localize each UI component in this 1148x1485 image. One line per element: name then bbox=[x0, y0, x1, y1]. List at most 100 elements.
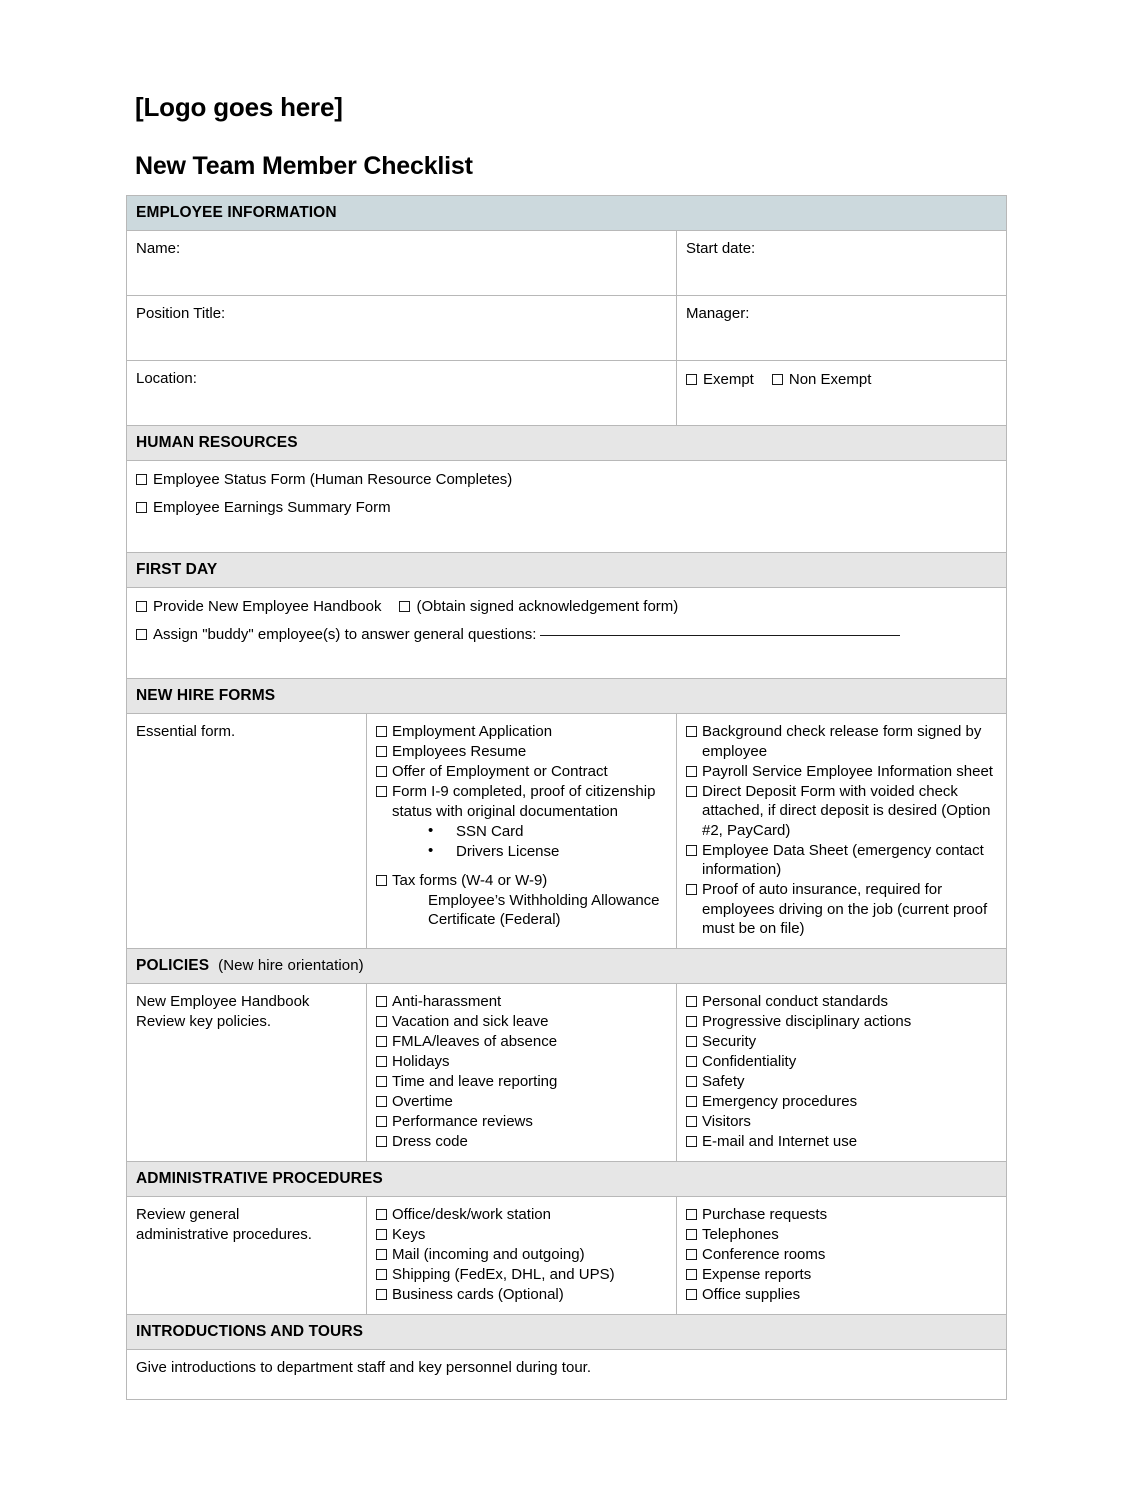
field-position-title[interactable]: Position Title: bbox=[126, 295, 677, 361]
checkbox-holidays[interactable] bbox=[376, 1056, 387, 1067]
checkbox-row-tax-forms[interactable]: Tax forms (W-4 or W-9) bbox=[376, 871, 667, 891]
checkbox-keys[interactable] bbox=[376, 1229, 387, 1240]
checkbox-row-anti-harassment[interactable]: Anti-harassment bbox=[376, 992, 667, 1012]
checkbox-direct-deposit-form[interactable] bbox=[686, 785, 697, 797]
checkbox-row-form-i9[interactable]: Form I-9 completed, proof of citizenship… bbox=[376, 782, 667, 821]
checkbox-row-time-and-leave-reporting[interactable]: Time and leave reporting bbox=[376, 1072, 667, 1092]
checkbox-time-and-leave-reporting[interactable] bbox=[376, 1076, 387, 1087]
checkbox-assign-buddy[interactable] bbox=[136, 628, 147, 640]
checkbox-employee-status-form[interactable] bbox=[136, 474, 147, 485]
checkbox-row-emergency-procedures[interactable]: Emergency procedures bbox=[686, 1092, 997, 1112]
checkbox-row-office-desk-work-station[interactable]: Office/desk/work station bbox=[376, 1205, 667, 1225]
checkbox-row-telephones[interactable]: Telephones bbox=[686, 1225, 997, 1245]
checkbox-row-proof-of-auto-insurance[interactable]: Proof of auto insurance, required for em… bbox=[686, 880, 997, 939]
checkbox-row-keys[interactable]: Keys bbox=[376, 1225, 667, 1245]
field-manager[interactable]: Manager: bbox=[675, 295, 1008, 361]
checkbox-business-cards[interactable] bbox=[376, 1289, 387, 1300]
table-row: NEW HIRE FORMS bbox=[125, 678, 1008, 714]
field-start-date[interactable]: Start date: bbox=[675, 230, 1008, 296]
table-row: HUMAN RESOURCES bbox=[125, 425, 1008, 461]
checkbox-row-assign-buddy[interactable]: Assign "buddy" employee(s) to answer gen… bbox=[136, 624, 997, 646]
checkbox-visitors[interactable] bbox=[686, 1116, 697, 1127]
checkbox-row-vacation-sick-leave[interactable]: Vacation and sick leave bbox=[376, 1012, 667, 1032]
checkbox-office-supplies[interactable] bbox=[686, 1289, 697, 1300]
checkbox-proof-of-auto-insurance[interactable] bbox=[686, 884, 697, 895]
checkbox-row-purchase-requests[interactable]: Purchase requests bbox=[686, 1205, 997, 1225]
checkbox-row-payroll-service-sheet[interactable]: Payroll Service Employee Information she… bbox=[686, 762, 997, 782]
checkbox-row-confidentiality[interactable]: Confidentiality bbox=[686, 1052, 997, 1072]
checkbox-row-background-check[interactable]: Background check release form signed by … bbox=[686, 722, 997, 761]
checkbox-obtain-signed-acknowledgement[interactable] bbox=[399, 601, 411, 612]
policies-column-3: Personal conduct standards Progressive d… bbox=[675, 983, 1008, 1162]
checkbox-row-direct-deposit[interactable]: Direct Deposit Form with voided check at… bbox=[686, 782, 997, 841]
checkbox-row-conference-rooms[interactable]: Conference rooms bbox=[686, 1245, 997, 1265]
checkbox-row-fmla[interactable]: FMLA/leaves of absence bbox=[376, 1032, 667, 1052]
checkbox-row-dress-code[interactable]: Dress code bbox=[376, 1132, 667, 1152]
checkbox-row-shipping[interactable]: Shipping (FedEx, DHL, and UPS) bbox=[376, 1265, 667, 1285]
checkbox-row-expense-reports[interactable]: Expense reports bbox=[686, 1265, 997, 1285]
checkbox-conference-rooms[interactable] bbox=[686, 1249, 697, 1260]
checkbox-emergency-procedures[interactable] bbox=[686, 1096, 697, 1107]
checkbox-overtime[interactable] bbox=[376, 1096, 387, 1107]
checkbox-row-employee-earnings-summary-form[interactable]: Employee Earnings Summary Form bbox=[136, 497, 997, 519]
checkbox-purchase-requests[interactable] bbox=[686, 1209, 697, 1220]
checkbox-row-office-supplies[interactable]: Office supplies bbox=[686, 1285, 997, 1305]
checkbox-fmla-leaves-of-absence[interactable] bbox=[376, 1036, 387, 1047]
checkbox-row-business-cards[interactable]: Business cards (Optional) bbox=[376, 1285, 667, 1305]
checkbox-conference-rooms-label: Conference rooms bbox=[702, 1246, 826, 1263]
checkbox-anti-harassment[interactable] bbox=[376, 996, 387, 1007]
checkbox-tax-forms[interactable] bbox=[376, 874, 387, 886]
checkbox-expense-reports[interactable] bbox=[686, 1269, 697, 1280]
checkbox-row-email-and-internet-use[interactable]: E-mail and Internet use bbox=[686, 1132, 997, 1152]
checkbox-row-employment-application[interactable]: Employment Application bbox=[376, 722, 667, 742]
checkbox-employee-data-sheet[interactable] bbox=[686, 844, 697, 856]
checkbox-row-progressive-disciplinary-actions[interactable]: Progressive disciplinary actions bbox=[686, 1012, 997, 1032]
checkbox-row-employees-resume[interactable]: Employees Resume bbox=[376, 742, 667, 762]
checkbox-employment-application[interactable] bbox=[376, 726, 387, 737]
checkbox-row-offer-of-employment[interactable]: Offer of Employment or Contract bbox=[376, 762, 667, 782]
checkbox-mail[interactable] bbox=[376, 1249, 387, 1260]
checkbox-telephones[interactable] bbox=[686, 1229, 697, 1240]
checkbox-row-overtime[interactable]: Overtime bbox=[376, 1092, 667, 1112]
checkbox-exempt[interactable] bbox=[686, 374, 697, 385]
checkbox-offer-of-employment[interactable] bbox=[376, 766, 387, 777]
checkbox-personal-conduct-standards[interactable] bbox=[686, 996, 697, 1007]
table-row: Give introductions to department staff a… bbox=[125, 1349, 1008, 1400]
checkbox-row-visitors[interactable]: Visitors bbox=[686, 1112, 997, 1132]
checkbox-row-safety[interactable]: Safety bbox=[686, 1072, 997, 1092]
checkbox-vacation-sick-leave[interactable] bbox=[376, 1016, 387, 1027]
checkbox-safety[interactable] bbox=[686, 1076, 697, 1087]
checkbox-office-desk-work-station[interactable] bbox=[376, 1209, 387, 1220]
checkbox-row-mail[interactable]: Mail (incoming and outgoing) bbox=[376, 1245, 667, 1265]
checkbox-employees-resume[interactable] bbox=[376, 746, 387, 757]
checkbox-non-exempt[interactable] bbox=[771, 374, 783, 385]
checkbox-performance-reviews[interactable] bbox=[376, 1116, 387, 1127]
checkbox-progressive-disciplinary-actions[interactable] bbox=[686, 1016, 697, 1027]
checkbox-shipping[interactable] bbox=[376, 1269, 387, 1280]
checkbox-security-label: Security bbox=[702, 1033, 757, 1050]
buddy-name-write-in-line[interactable] bbox=[540, 634, 901, 636]
checkbox-email-and-internet-use-label: E-mail and Internet use bbox=[702, 1133, 858, 1150]
checkbox-security[interactable] bbox=[686, 1036, 697, 1047]
checkbox-email-and-internet-use[interactable] bbox=[686, 1136, 697, 1147]
checkbox-background-check-release[interactable] bbox=[686, 726, 697, 737]
checkbox-confidentiality[interactable] bbox=[686, 1056, 697, 1067]
checkbox-dress-code[interactable] bbox=[376, 1136, 387, 1147]
checkbox-form-i9[interactable] bbox=[376, 786, 387, 797]
checkbox-row-holidays[interactable]: Holidays bbox=[376, 1052, 667, 1072]
checkbox-row-employee-status-form[interactable]: Employee Status Form (Human Resource Com… bbox=[136, 469, 997, 491]
checkbox-row-performance-reviews[interactable]: Performance reviews bbox=[376, 1112, 667, 1132]
section-header-policies-title: POLICIES bbox=[136, 957, 210, 974]
checkbox-row-provide-handbook[interactable]: Provide New Employee Handbook (Obtain sig… bbox=[136, 596, 997, 618]
checkbox-payroll-service-sheet[interactable] bbox=[686, 765, 697, 777]
policies-label-column: New Employee Handbook Review key policie… bbox=[126, 983, 367, 1162]
field-location[interactable]: Location: bbox=[126, 360, 677, 426]
checkbox-row-security[interactable]: Security bbox=[686, 1032, 997, 1052]
field-name[interactable]: Name: bbox=[126, 230, 677, 296]
checkbox-row-personal-conduct-standards[interactable]: Personal conduct standards bbox=[686, 992, 997, 1012]
checkbox-provide-new-employee-handbook[interactable] bbox=[136, 601, 147, 612]
new-hire-forms-label-column: Essential form. bbox=[126, 713, 367, 949]
checkbox-employee-earnings-summary-form[interactable] bbox=[136, 501, 147, 513]
list-item: Drivers License bbox=[428, 841, 667, 862]
checkbox-row-employee-data-sheet[interactable]: Employee Data Sheet (emergency contact i… bbox=[686, 841, 997, 880]
